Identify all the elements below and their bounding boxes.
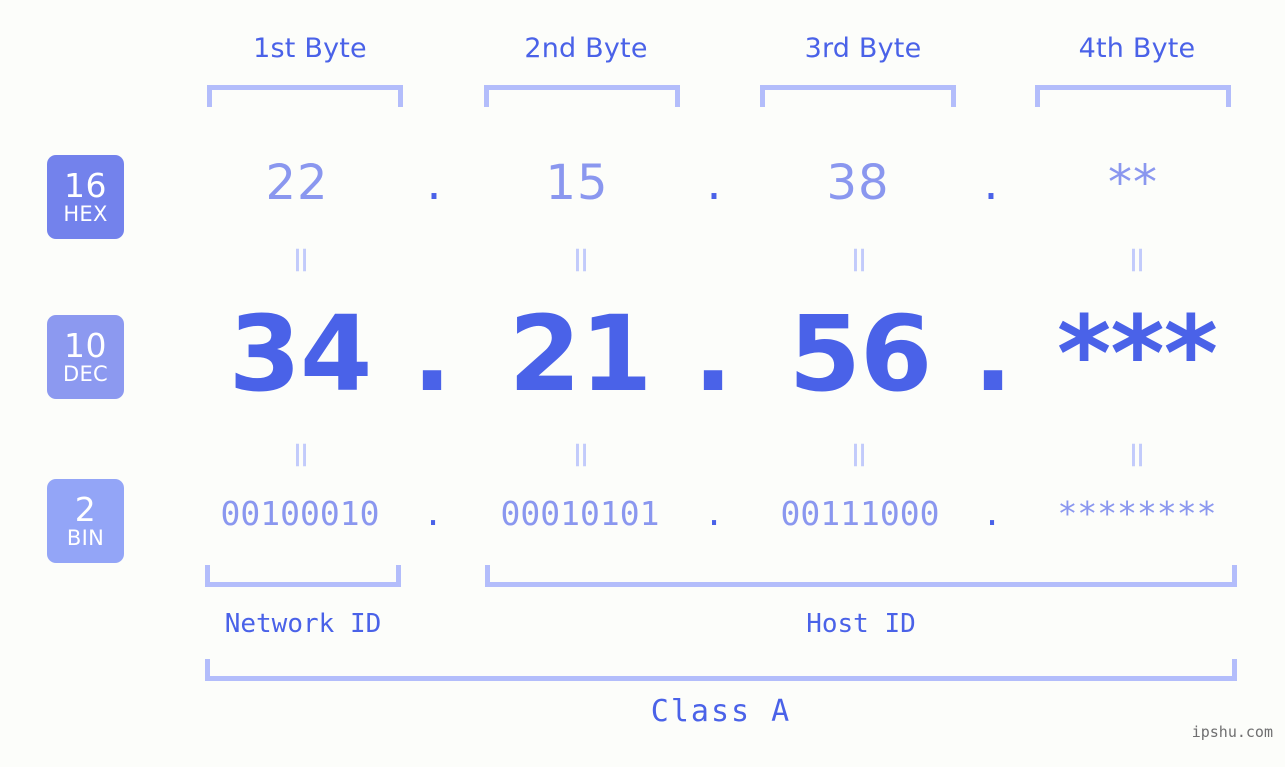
radix-badge-bin-number: 2: [74, 490, 97, 529]
bin-byte-1: 00100010: [220, 494, 380, 533]
dec-byte-2: 21: [508, 293, 653, 415]
byte-bracket-1: [207, 85, 403, 107]
hex-byte-4: **: [1108, 155, 1158, 211]
equals-dec-bin-2: =: [561, 439, 602, 471]
site-watermark: ipshu.com: [1191, 723, 1273, 741]
dec-byte-4: ***: [1056, 293, 1218, 415]
dec-byte-3: 56: [788, 293, 933, 415]
radix-badge-hex-name: HEX: [63, 202, 108, 226]
bin-byte-3: 00111000: [780, 494, 940, 533]
host-id-label: Host ID: [806, 609, 916, 639]
host-id-bracket: [485, 565, 1237, 587]
equals-hex-dec-2: =: [561, 244, 602, 276]
dec-byte-1: 34: [228, 293, 373, 415]
equals-hex-dec-3: =: [839, 244, 880, 276]
byte-header-4: 4th Byte: [1078, 33, 1196, 64]
byte-bracket-3: [760, 85, 956, 107]
byte-header-3: 3rd Byte: [804, 33, 922, 64]
radix-badge-bin: 2 BIN: [47, 479, 124, 563]
equals-hex-dec-4: =: [1117, 244, 1158, 276]
class-bracket: [205, 659, 1237, 681]
network-id-label: Network ID: [224, 609, 382, 639]
radix-badge-bin-name: BIN: [66, 526, 105, 550]
class-label: Class A: [650, 694, 792, 729]
hex-byte-3: 38: [826, 155, 890, 211]
dec-separator-1: .: [412, 293, 452, 415]
equals-dec-bin-1: =: [281, 439, 322, 471]
equals-dec-bin-3: =: [839, 439, 880, 471]
bin-separator-2: .: [704, 494, 724, 533]
hex-byte-1: 22: [265, 155, 329, 211]
radix-badge-dec: 10 DEC: [47, 315, 124, 399]
radix-badge-dec-number: 10: [64, 326, 107, 365]
bin-separator-3: .: [982, 494, 1002, 533]
radix-badge-hex-number: 16: [64, 166, 107, 205]
radix-badge-hex: 16 HEX: [47, 155, 124, 239]
hex-byte-2: 15: [545, 155, 609, 211]
bin-byte-2: 00010101: [500, 494, 660, 533]
equals-hex-dec-1: =: [281, 244, 322, 276]
network-id-bracket: [205, 565, 401, 587]
bin-byte-4: ********: [1057, 494, 1217, 533]
ip-address-breakdown-diagram: 1st Byte 2nd Byte 3rd Byte 4th Byte 16 H…: [0, 0, 1285, 767]
byte-bracket-2: [484, 85, 680, 107]
bin-separator-1: .: [423, 494, 443, 533]
radix-badge-dec-name: DEC: [62, 362, 108, 386]
byte-header-1: 1st Byte: [253, 33, 367, 64]
dec-separator-2: .: [693, 293, 733, 415]
byte-bracket-4: [1035, 85, 1231, 107]
byte-header-2: 2nd Byte: [524, 33, 648, 64]
equals-dec-bin-4: =: [1117, 439, 1158, 471]
